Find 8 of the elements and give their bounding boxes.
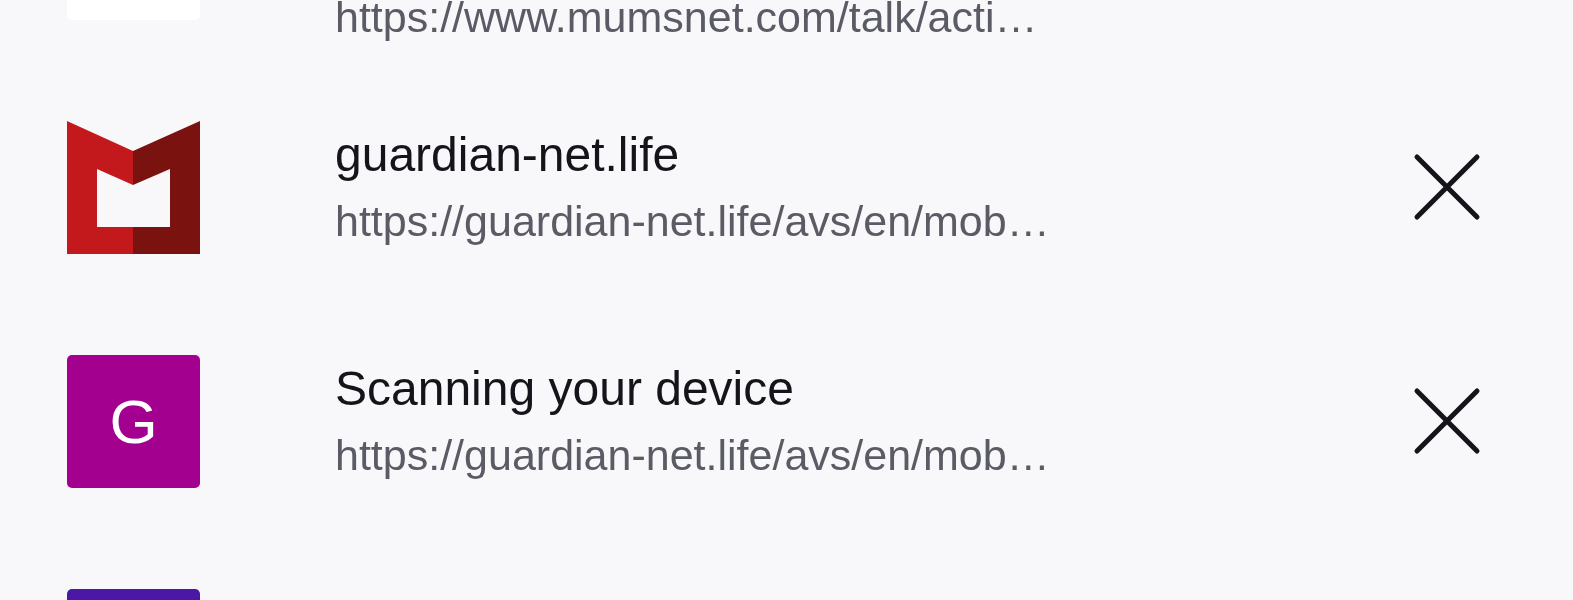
page-title[interactable]: Scanning your device	[335, 360, 1335, 418]
close-icon	[1413, 387, 1481, 455]
page-url: https://www.mumsnet.com/talk/acti…	[335, 0, 1039, 43]
page-url: https://guardian-net.life/avs/en/mob…	[335, 430, 1051, 481]
letter-icon: G	[67, 354, 200, 488]
page-title[interactable]: guardian-net.life	[335, 126, 1335, 184]
close-icon	[1413, 153, 1481, 221]
page-url: https://guardian-net.life/avs/en/mob…	[335, 196, 1051, 247]
